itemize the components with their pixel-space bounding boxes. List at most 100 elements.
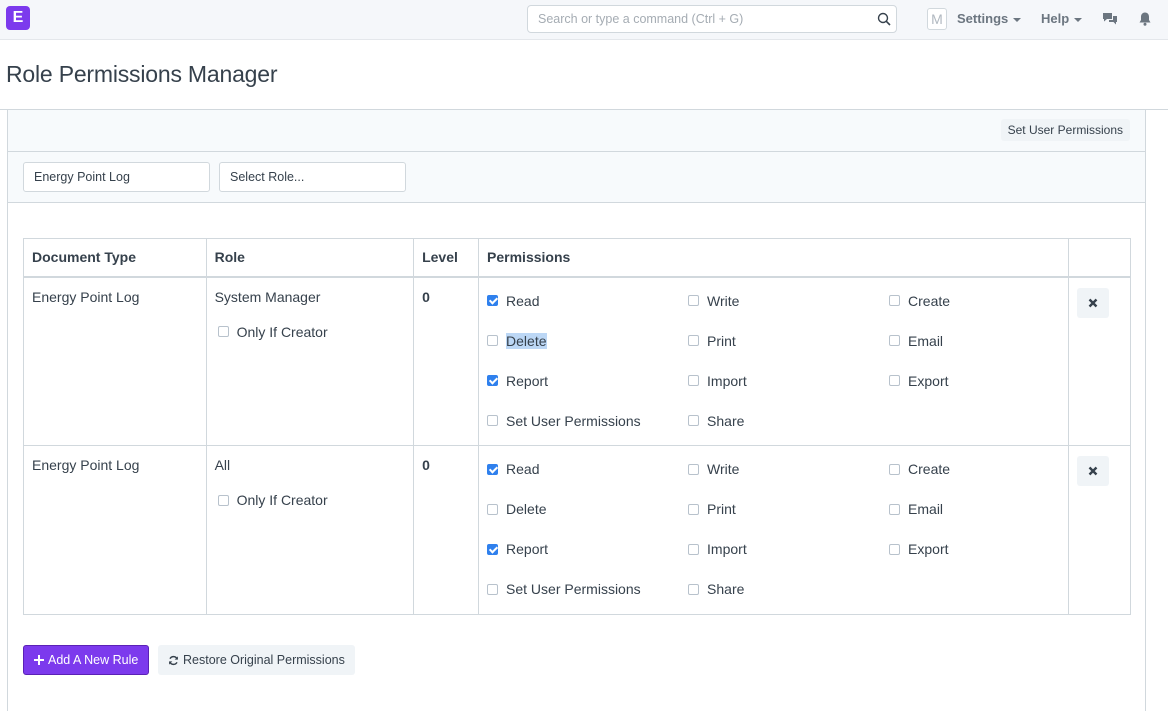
permission-label: Report <box>506 372 549 389</box>
checkbox[interactable] <box>688 415 700 426</box>
permission-export[interactable]: Export <box>889 534 1059 564</box>
checkbox[interactable] <box>889 375 901 386</box>
permission-import[interactable]: Import <box>688 534 889 564</box>
checkbox[interactable] <box>487 463 499 475</box>
checkbox[interactable] <box>217 326 229 337</box>
checkbox[interactable] <box>889 543 901 555</box>
checkbox[interactable] <box>688 295 700 306</box>
checkbox[interactable] <box>688 463 700 475</box>
checkbox[interactable] <box>487 335 499 346</box>
help-dropdown[interactable]: Help <box>1041 11 1083 26</box>
table-header-row: Document Type Role Level Permissions <box>23 238 1131 277</box>
level-value: 0 <box>422 288 430 305</box>
actions-cell <box>1068 276 1131 446</box>
only-if-creator[interactable]: Only If Creator <box>215 492 406 508</box>
header-permissions: Permissions <box>478 238 1070 277</box>
checkbox[interactable] <box>688 335 700 346</box>
settings-dropdown[interactable]: Settings <box>957 11 1022 26</box>
permission-label: Export <box>908 541 949 557</box>
checkbox[interactable] <box>487 295 499 306</box>
checkbox[interactable] <box>487 375 499 386</box>
table-row: Energy Point Log System Manager Only If … <box>23 276 1131 446</box>
close-icon <box>1088 466 1098 476</box>
comments-icon[interactable] <box>1102 11 1118 27</box>
checkbox[interactable] <box>889 335 901 346</box>
checkbox[interactable] <box>688 375 700 386</box>
only-if-creator-label: Only If Creator <box>236 492 328 508</box>
checkbox[interactable] <box>217 494 229 506</box>
permission-write[interactable]: Write <box>688 454 889 484</box>
add-new-rule-label: Add A New Rule <box>48 653 139 667</box>
permission-report[interactable]: Report <box>487 534 688 564</box>
permission-print[interactable]: Print <box>688 494 889 524</box>
checkbox[interactable] <box>487 543 499 555</box>
permission-create[interactable]: Create <box>889 286 1059 316</box>
permission-import[interactable]: Import <box>688 366 889 396</box>
doctype-filter[interactable]: Energy Point Log <box>23 162 210 192</box>
help-label: Help <box>1041 11 1070 26</box>
permission-email[interactable]: Email <box>889 326 1059 356</box>
app-logo[interactable]: E <box>6 6 30 30</box>
permission-print[interactable]: Print <box>688 326 889 356</box>
permission-read[interactable]: Read <box>487 286 688 316</box>
permission-set-user-permissions[interactable]: Set User Permissions <box>487 574 688 604</box>
checkbox[interactable] <box>889 295 901 306</box>
notifications-bell-icon[interactable] <box>1137 11 1153 27</box>
permissions-grid: Read Write Create Delete Print Email Rep… <box>487 286 1060 436</box>
checkbox[interactable] <box>487 503 499 515</box>
navbar: E M Settings Help <box>0 0 1168 40</box>
search-input[interactable] <box>528 6 858 32</box>
remove-rule-button[interactable] <box>1077 456 1110 486</box>
search-icon[interactable] <box>877 12 891 26</box>
permission-label: Create <box>908 461 951 477</box>
permission-label: Write <box>707 461 740 477</box>
search-bar <box>527 5 897 33</box>
page-title: Role Permissions Manager <box>6 61 278 87</box>
checkbox[interactable] <box>688 543 700 555</box>
permission-share[interactable]: Share <box>688 406 889 436</box>
permission-label: Set User Permissions <box>506 412 641 429</box>
only-if-creator[interactable]: Only If Creator <box>215 324 406 340</box>
header-actions <box>1068 238 1131 277</box>
checkbox[interactable] <box>688 503 700 515</box>
permission-set-user-permissions[interactable]: Set User Permissions <box>487 406 688 436</box>
permission-share[interactable]: Share <box>688 574 889 604</box>
remove-rule-button[interactable] <box>1077 287 1110 318</box>
header-document-type: Document Type <box>23 238 207 277</box>
restore-original-permissions-button[interactable]: Restore Original Permissions <box>158 645 355 675</box>
permission-write[interactable]: Write <box>688 286 889 316</box>
document-type: Energy Point Log <box>32 457 140 473</box>
permission-label: Email <box>908 332 944 349</box>
header-level: Level <box>413 238 480 277</box>
permission-label: Import <box>707 372 747 389</box>
checkbox[interactable] <box>889 503 901 515</box>
permission-email[interactable]: Email <box>889 494 1059 524</box>
permission-create[interactable]: Create <box>889 454 1059 484</box>
permissions-cell: Read Write Create Delete Print Email Rep… <box>478 276 1070 446</box>
permission-report[interactable]: Report <box>487 366 688 396</box>
set-user-permissions-button[interactable]: Set User Permissions <box>1000 119 1130 141</box>
permissions-cell: Read Write Create Delete Print Email Rep… <box>478 445 1070 615</box>
close-icon <box>1088 298 1098 307</box>
permission-export[interactable]: Export <box>889 366 1059 396</box>
permission-read[interactable]: Read <box>487 454 688 484</box>
chevron-down-icon <box>1074 17 1083 22</box>
refresh-icon <box>169 655 178 665</box>
role-name: All <box>214 457 231 473</box>
permission-delete[interactable]: Delete <box>487 326 688 356</box>
permission-delete[interactable]: Delete <box>487 494 688 524</box>
permission-label: Delete <box>506 501 547 517</box>
avatar[interactable]: M <box>927 8 947 30</box>
permission-label: Export <box>908 372 949 389</box>
plus-icon <box>34 655 44 665</box>
add-new-rule-button[interactable]: Add A New Rule <box>23 645 150 675</box>
checkbox[interactable] <box>487 415 499 426</box>
permission-label: Write <box>707 292 740 309</box>
role-filter[interactable]: Select Role... <box>219 162 406 192</box>
role-name: System Manager <box>214 288 321 305</box>
checkbox[interactable] <box>487 583 499 595</box>
only-if-creator-label: Only If Creator <box>236 323 328 340</box>
checkbox[interactable] <box>688 583 700 595</box>
permissions-grid: Read Write Create Delete Print Email Rep… <box>487 454 1060 604</box>
checkbox[interactable] <box>889 463 901 475</box>
